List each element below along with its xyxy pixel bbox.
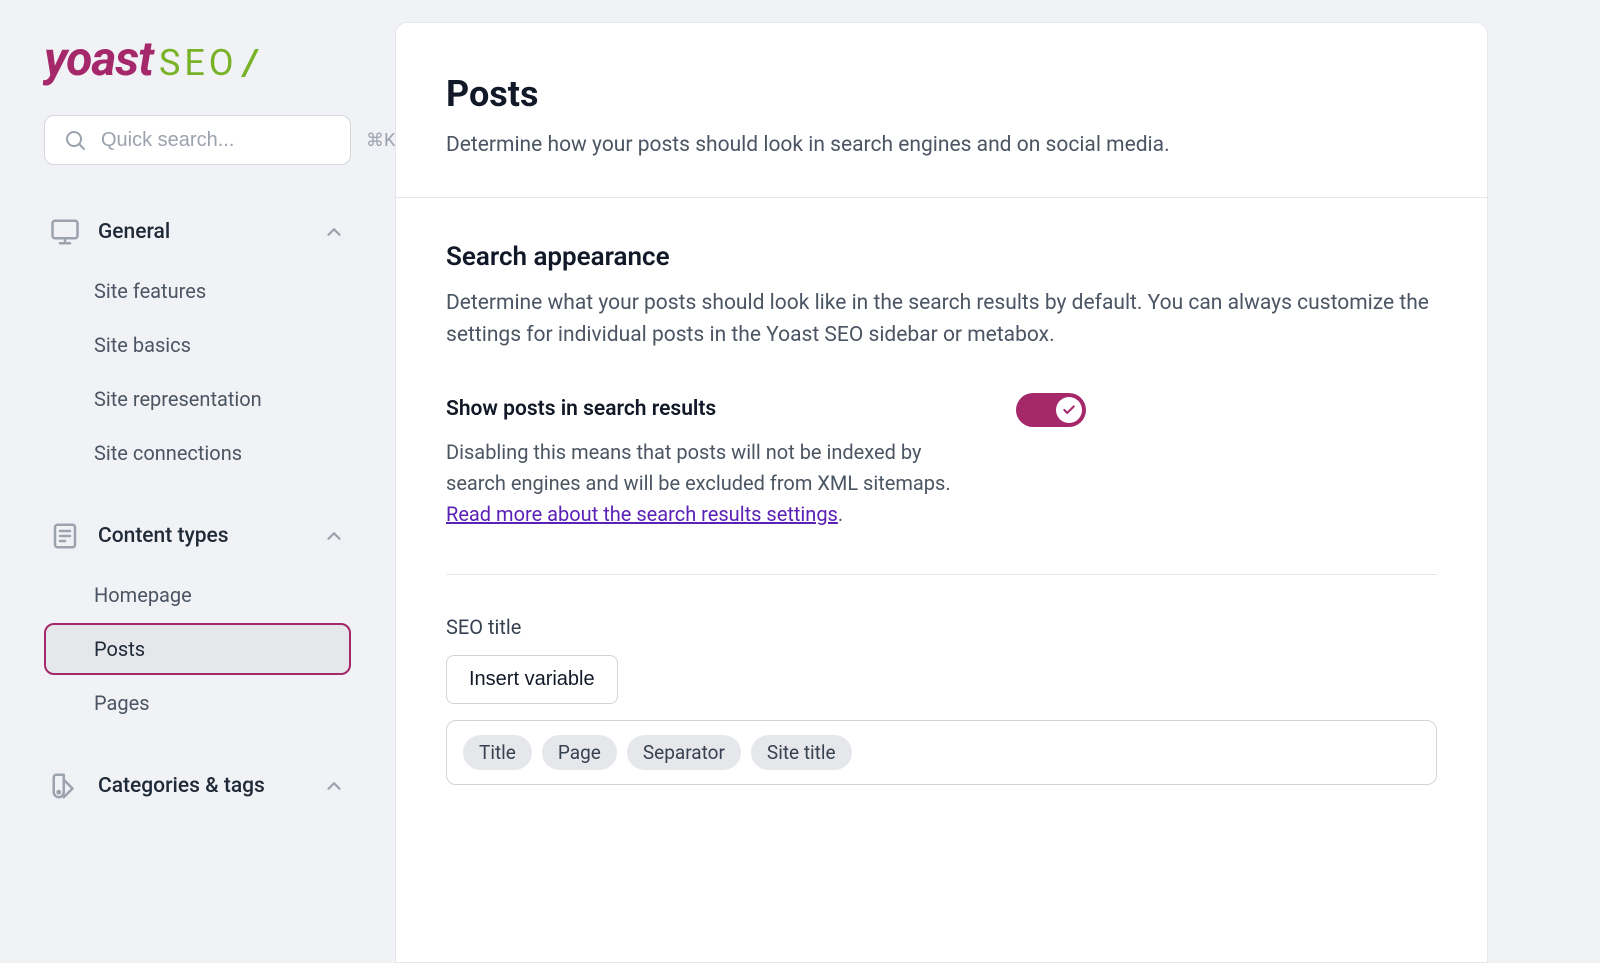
- setting-help-prefix: Disabling this means that posts will not…: [446, 440, 951, 495]
- page-subtitle: Determine how your posts should look in …: [446, 133, 1437, 157]
- setting-show-posts-in-search: Show posts in search results Disabling t…: [446, 397, 1437, 575]
- main-panel: Posts Determine how your posts should lo…: [395, 22, 1488, 963]
- setting-text: Show posts in search results Disabling t…: [446, 397, 956, 530]
- nav-section-categories-tags: Categories & tags: [44, 761, 351, 811]
- search-input[interactable]: [101, 129, 366, 152]
- setting-help: Disabling this means that posts will not…: [446, 437, 956, 530]
- sidebar-item-posts[interactable]: Posts: [44, 623, 351, 675]
- check-icon: [1062, 403, 1076, 417]
- page-title: Posts: [446, 73, 1437, 115]
- field-seo-title: SEO title Insert variable Title Page Sep…: [446, 615, 1437, 785]
- field-label-seo-title: SEO title: [446, 615, 1437, 639]
- search-shortcut: ⌘K: [366, 130, 395, 151]
- nav-header-categories-tags[interactable]: Categories & tags: [44, 761, 351, 811]
- read-more-link[interactable]: Read more about the search results setti…: [446, 502, 838, 526]
- sidebar-item-site-representation[interactable]: Site representation: [44, 373, 351, 425]
- logo-slash: /: [244, 42, 257, 84]
- monitor-icon: [50, 217, 80, 247]
- toggle-show-posts[interactable]: [1016, 393, 1086, 427]
- nav-header-label: General: [98, 220, 323, 244]
- nav-header-label: Content types: [98, 524, 323, 548]
- nav-header-content-types[interactable]: Content types: [44, 511, 351, 561]
- logo: yoast SEO /: [44, 30, 351, 87]
- page-body: Search appearance Determine what your po…: [396, 198, 1487, 829]
- sidebar-item-site-features[interactable]: Site features: [44, 265, 351, 317]
- variable-chip[interactable]: Title: [463, 735, 532, 770]
- search-icon: [63, 128, 87, 152]
- logo-brand: yoast: [44, 30, 153, 87]
- nav-section-content-types: Content types Homepage Posts Pages: [44, 511, 351, 731]
- sidebar-item-pages[interactable]: Pages: [44, 677, 351, 729]
- page-header: Posts Determine how your posts should lo…: [396, 23, 1487, 198]
- chevron-up-icon: [323, 775, 345, 797]
- variable-chip[interactable]: Page: [542, 735, 617, 770]
- quick-search[interactable]: ⌘K: [44, 115, 351, 165]
- nav-section-general: General Site features Site basics Site r…: [44, 207, 351, 481]
- seo-title-input[interactable]: Title Page Separator Site title: [446, 720, 1437, 785]
- swatch-icon: [50, 771, 80, 801]
- sidebar-item-site-basics[interactable]: Site basics: [44, 319, 351, 371]
- chevron-up-icon: [323, 525, 345, 547]
- sidebar-item-site-connections[interactable]: Site connections: [44, 427, 351, 479]
- setting-label: Show posts in search results: [446, 397, 956, 421]
- chevron-up-icon: [323, 221, 345, 243]
- nav-header-label: Categories & tags: [98, 774, 323, 798]
- insert-variable-button[interactable]: Insert variable: [446, 655, 618, 704]
- newspaper-icon: [50, 521, 80, 551]
- toggle-knob: [1056, 397, 1082, 423]
- logo-suffix: SEO: [159, 42, 238, 84]
- section-title-search-appearance: Search appearance: [446, 242, 1437, 272]
- sidebar-item-homepage[interactable]: Homepage: [44, 569, 351, 621]
- variable-chip[interactable]: Separator: [627, 735, 741, 770]
- setting-help-suffix: .: [838, 502, 843, 526]
- variable-chip[interactable]: Site title: [751, 735, 852, 770]
- sidebar: yoast SEO / ⌘K General Site features Sit…: [0, 0, 395, 963]
- section-desc-search-appearance: Determine what your posts should look li…: [446, 288, 1437, 351]
- nav-header-general[interactable]: General: [44, 207, 351, 257]
